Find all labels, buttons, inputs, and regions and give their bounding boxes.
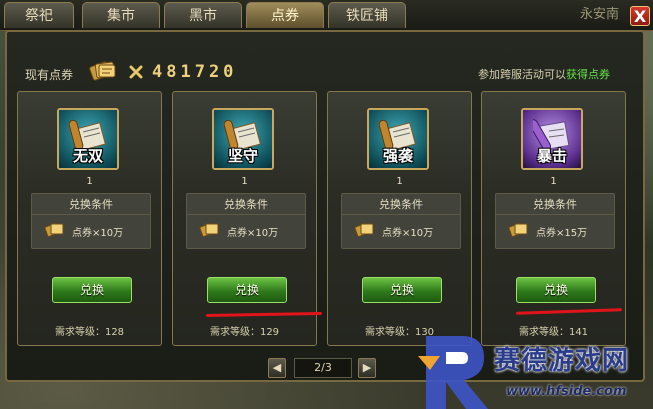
tab-sacrifice[interactable]: 祭祀: [4, 2, 74, 28]
event-hint: 参加跨服活动可以获得点券: [478, 66, 610, 82]
item-quantity: 1: [241, 176, 248, 187]
condition-price: 点券×10万: [382, 228, 434, 239]
coupon-ticket-icon: [354, 223, 374, 237]
close-button[interactable]: X: [630, 6, 650, 26]
exchange-condition-box: 兑换条件 点券×10万: [31, 193, 151, 249]
prev-page-button[interactable]: ◀: [268, 358, 286, 378]
item-quantity: 1: [550, 176, 557, 187]
required-level: 需求等级：128: [54, 327, 125, 338]
get-coupon-link[interactable]: 获得点券: [566, 68, 610, 81]
divider: [32, 214, 150, 215]
exchange-card-2: 坚守 1 兑换条件 点券×10万 兑换 需求等级：129: [172, 91, 317, 346]
item-icon-frame[interactable]: 坚守: [212, 108, 274, 170]
tab-market[interactable]: 集市: [82, 2, 160, 28]
condition-price: 点券×10万: [227, 228, 279, 239]
pagination: ◀ 2/3 ▶: [268, 358, 378, 380]
item-icon-frame[interactable]: 强袭: [367, 108, 429, 170]
item-name: 强袭: [382, 147, 413, 165]
tab-black-market[interactable]: 黑市: [164, 2, 242, 28]
exchange-button[interactable]: 兑换: [52, 277, 132, 303]
exchange-condition-box: 兑换条件 点券×10万: [341, 193, 461, 249]
item-icon-frame[interactable]: 无双: [57, 108, 119, 170]
required-level: 需求等级：141: [518, 327, 589, 338]
item-quantity: 1: [396, 176, 403, 187]
coupon-count: 481720: [152, 62, 238, 82]
exchange-button[interactable]: 兑换: [362, 277, 442, 303]
watermark-title: 赛德游戏网: [494, 346, 630, 376]
coupon-ticket-icon: [508, 223, 528, 237]
page-indicator: 2/3: [294, 358, 352, 378]
tab-coupon[interactable]: 点券: [246, 2, 324, 28]
multiply-icon: [129, 65, 143, 79]
watermark-logo-icon: [418, 336, 488, 409]
condition-title: 兑换条件: [379, 198, 423, 211]
exchange-card-3: 强袭 1 兑换条件 点券×10万 兑换 需求等级：130: [327, 91, 472, 346]
item-quantity: 1: [86, 176, 93, 187]
exchange-condition-box: 兑换条件 点券×10万: [186, 193, 306, 249]
exchange-button[interactable]: 兑换: [516, 277, 596, 303]
condition-title: 兑换条件: [224, 198, 268, 211]
divider: [187, 214, 305, 215]
condition-price: 点券×10万: [72, 228, 124, 239]
coupon-ticket-icon: [44, 223, 64, 237]
divider: [342, 214, 460, 215]
tab-bar: 祭祀 集市 黑市 点券 铁匠铺 永安南 X: [0, 0, 653, 31]
item-name: 暴击: [536, 147, 567, 165]
item-name: 无双: [72, 147, 103, 165]
coupon-ticket-icon: [89, 61, 116, 81]
coupon-ticket-icon: [199, 223, 219, 237]
condition-title: 兑换条件: [69, 198, 113, 211]
watermark-url: www.hfside.com: [506, 384, 627, 399]
exchange-condition-box: 兑换条件 点券×15万: [495, 193, 615, 249]
coupon-label: 现有点券: [25, 68, 74, 82]
next-page-button[interactable]: ▶: [358, 358, 376, 378]
condition-price: 点券×15万: [536, 228, 588, 239]
game-window: 祭祀 集市 黑市 点券 铁匠铺 永安南 X 现有点券 481720 参加跨服活动…: [0, 0, 653, 409]
tab-blacksmith[interactable]: 铁匠铺: [328, 2, 406, 28]
event-hint-text: 参加跨服活动可以: [478, 68, 566, 81]
item-icon-frame[interactable]: 暴击: [521, 108, 583, 170]
exchange-button[interactable]: 兑换: [207, 277, 287, 303]
background-map-text: 武阳: [40, 382, 85, 407]
item-name: 坚守: [227, 147, 258, 165]
condition-title: 兑换条件: [533, 198, 577, 211]
divider: [496, 214, 614, 215]
required-level: 需求等级：129: [209, 327, 280, 338]
exchange-card-1: 无双 1 兑换条件 点券×10万 兑换 需求等级：128: [17, 91, 162, 346]
location-label: 永安南: [580, 7, 620, 22]
